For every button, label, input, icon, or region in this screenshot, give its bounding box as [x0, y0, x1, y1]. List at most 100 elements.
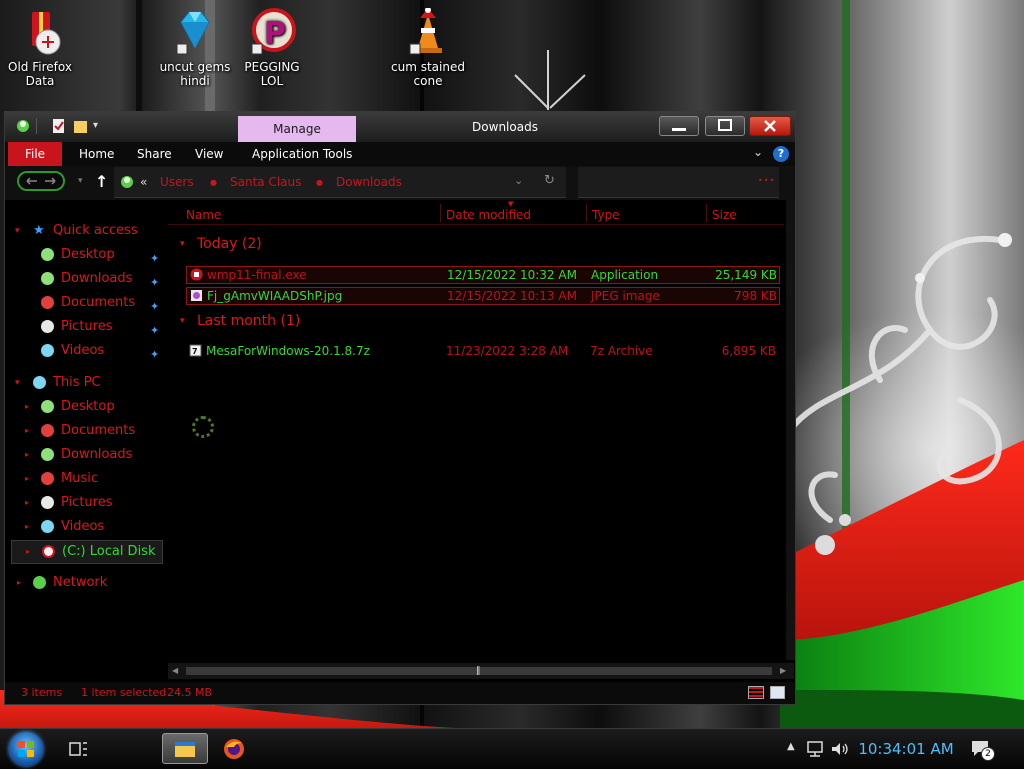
recent-locations-chevron-icon[interactable]: ▾ [78, 176, 83, 186]
collapsed-caret-icon[interactable]: ▸ [25, 492, 29, 514]
quick-access-app-icon[interactable] [15, 118, 31, 134]
nav-network[interactable]: ▸ Network [5, 572, 165, 594]
nav-pc-downloads[interactable]: ▸ Downloads [5, 444, 165, 466]
search-box[interactable]: ••• [578, 167, 779, 198]
nav-pc-local-disk[interactable]: ▸ (C:) Local Disk [11, 540, 163, 564]
group-label: Today (2) [196, 236, 262, 252]
desktop-icon-uncut-gems-hindi[interactable]: uncut gems hindi [155, 8, 235, 88]
scroll-left-arrow-icon[interactable]: ◀ [172, 663, 178, 679]
nav-pc-videos[interactable]: ▸ Videos [5, 516, 165, 538]
collapsed-caret-icon[interactable]: ▸ [25, 420, 29, 442]
collapsed-caret-icon[interactable]: ▸ [26, 541, 30, 563]
image-file-icon [190, 289, 203, 302]
task-view-icon[interactable] [66, 737, 90, 761]
tab-home[interactable]: Home [69, 142, 124, 166]
firefox-icon[interactable] [222, 737, 246, 761]
large-icons-view-icon[interactable] [770, 686, 785, 699]
close-button[interactable] [749, 116, 791, 136]
group-header-last-month[interactable]: ▾ Last month (1) [180, 313, 300, 329]
refresh-icon[interactable]: ↻ [544, 173, 555, 188]
breadcrumb-downloads[interactable]: Downloads [336, 175, 402, 189]
column-header-type[interactable]: Type [592, 208, 620, 222]
expand-caret-icon[interactable]: ▾ [15, 220, 20, 242]
file-name: MesaForWindows-20.1.8.7z [206, 344, 370, 358]
column-divider[interactable] [586, 204, 587, 222]
tab-application-tools[interactable]: Application Tools [242, 142, 362, 166]
nav-qa-videos[interactable]: Videos ✦ [5, 340, 165, 362]
nav-pc-desktop[interactable]: ▸ Desktop [5, 396, 165, 418]
file-row-mesaforwindows[interactable]: 7 MesaForWindows-20.1.8.7z 11/23/2022 3:… [186, 343, 778, 359]
clock[interactable]: 10:34:01 AM [858, 729, 954, 769]
new-folder-icon[interactable] [73, 118, 89, 134]
group-collapse-icon[interactable]: ▾ [180, 316, 185, 326]
collapsed-caret-icon[interactable]: ▸ [17, 572, 21, 594]
collapsed-caret-icon[interactable]: ▸ [25, 468, 29, 490]
gift-icon [16, 8, 64, 56]
desktop-icon-cum-stained-cone[interactable]: cum stained cone [388, 7, 468, 88]
minimize-button[interactable] [659, 116, 699, 136]
collapsed-caret-icon[interactable]: ▸ [25, 444, 29, 466]
customize-qat-chevron-icon[interactable]: ▾ [93, 118, 109, 134]
group-collapse-icon[interactable]: ▾ [180, 239, 185, 249]
nav-quick-access[interactable]: ▾ ★ Quick access [5, 220, 165, 242]
nav-qa-desktop[interactable]: Desktop ✦ [5, 244, 165, 266]
volume-icon[interactable] [830, 739, 850, 759]
maximize-button[interactable] [705, 116, 745, 136]
desktop-icon-old-firefox-data[interactable]: Old Firefox Data [0, 8, 80, 88]
file-row-wmp11-final[interactable]: wmp11-final.exe 12/15/2022 10:32 AM Appl… [186, 266, 780, 284]
desktop-icon-pegging-lol[interactable]: P PEGGING LOL [232, 8, 312, 88]
notifications-button[interactable]: 2 [970, 738, 995, 761]
minimize-icon [672, 128, 686, 131]
column-header-size[interactable]: Size [712, 208, 737, 222]
column-divider[interactable] [706, 204, 707, 222]
file-date: 12/15/2022 10:32 AM [447, 268, 577, 282]
details-view-icon[interactable] [748, 686, 764, 699]
breadcrumb-users[interactable]: Users [160, 175, 194, 189]
properties-icon[interactable] [51, 118, 67, 134]
collapsed-caret-icon[interactable]: ▸ [25, 516, 29, 538]
up-arrow-icon[interactable]: ↑ [95, 172, 108, 191]
nav-label: Videos [61, 519, 105, 534]
nav-qa-pictures[interactable]: Pictures ✦ [5, 316, 165, 338]
nav-label: This PC [53, 375, 101, 390]
group-header-today[interactable]: ▾ Today (2) [180, 236, 262, 252]
address-history-chevron-icon[interactable]: ⌄ [514, 174, 523, 187]
nav-pc-documents[interactable]: ▸ Documents [5, 420, 165, 442]
tab-file[interactable]: File [8, 142, 62, 166]
breadcrumb-santa-claus[interactable]: Santa Claus [230, 175, 301, 189]
nav-qa-documents[interactable]: Documents ✦ [5, 292, 165, 314]
breadcrumb-separator-icon[interactable]: ● [210, 178, 217, 187]
file-explorer-taskbar-button[interactable] [162, 733, 208, 764]
svg-text:7: 7 [192, 347, 198, 356]
column-divider[interactable] [440, 204, 441, 222]
expand-caret-icon[interactable]: ▾ [15, 372, 20, 394]
column-header-name[interactable]: Name [186, 208, 221, 222]
file-row-fj-gamvwiaadshp[interactable]: Fj_gAmvWIAADShP.jpg 12/15/2022 10:13 AM … [186, 287, 780, 305]
tab-view[interactable]: View [185, 142, 233, 166]
network-tray-icon[interactable] [806, 739, 826, 759]
videos-folder-icon [41, 520, 54, 533]
nav-qa-downloads[interactable]: Downloads ✦ [5, 268, 165, 290]
scroll-right-arrow-icon[interactable]: ▶ [780, 663, 786, 679]
tab-share[interactable]: Share [127, 142, 182, 166]
vertical-scrollbar[interactable] [786, 200, 795, 660]
help-icon[interactable]: ? [773, 146, 789, 162]
title-bar[interactable]: ▾ Manage Downloads [5, 112, 795, 142]
desktop-folder-icon [41, 248, 54, 261]
start-orb-icon[interactable] [9, 732, 43, 766]
disk-icon [42, 545, 55, 558]
manage-tab[interactable]: Manage [238, 116, 356, 142]
status-size: 24.5 MB [167, 686, 213, 699]
column-header-date-modified[interactable]: Date modified [446, 208, 531, 222]
address-bar[interactable]: « Users ● Santa Claus ● Downloads ⌄ ↻ [114, 167, 566, 198]
breadcrumb-overflow-icon[interactable]: « [140, 175, 147, 189]
show-hidden-icons-chevron-icon[interactable]: ▲ [787, 741, 795, 752]
collapsed-caret-icon[interactable]: ▸ [25, 396, 29, 418]
horizontal-scrollbar[interactable]: ◀ ‖ ▶ [168, 663, 794, 679]
nav-this-pc[interactable]: ▾ This PC [5, 372, 165, 394]
nav-pc-music[interactable]: ▸ Music [5, 468, 165, 490]
breadcrumb-separator-icon[interactable]: ● [316, 178, 323, 187]
nav-pc-pictures[interactable]: ▸ Pictures [5, 492, 165, 514]
expand-ribbon-chevron-icon[interactable]: ⌄ [753, 145, 763, 159]
back-forward-buttons[interactable] [17, 171, 65, 191]
